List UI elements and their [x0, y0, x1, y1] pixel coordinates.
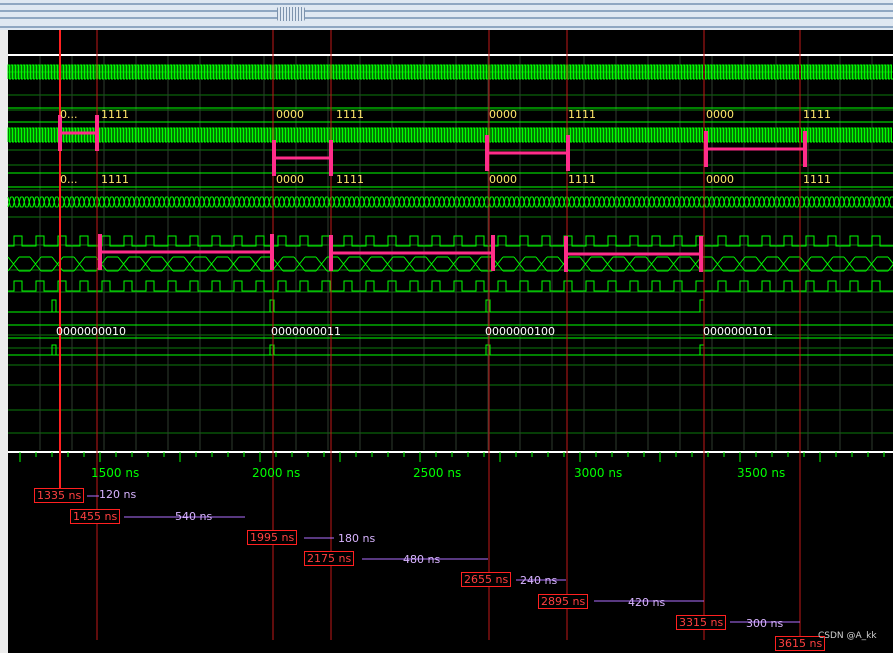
bus-value-label: 0... [60, 173, 78, 186]
bus-value-label: 0000 [706, 108, 734, 121]
enable-pulse-waveform [51, 344, 57, 355]
cursor-time-label[interactable]: 1995 ns [247, 530, 298, 545]
bus-value-label: 0... [60, 108, 78, 121]
cursor-time-label[interactable]: 3315 ns [676, 615, 727, 630]
cursor-delta-label: 120 ns [99, 488, 137, 501]
bus-value-label: 0000 [276, 173, 304, 186]
bus-value-label: 0000 [276, 108, 304, 121]
bus-value-label: 1111 [101, 108, 129, 121]
enable-pulse-waveform [8, 299, 491, 313]
cursor-time-label[interactable]: 2175 ns [304, 551, 355, 566]
bus-value-label: 0000 [489, 108, 517, 121]
counter-value-label: 0000000011 [271, 325, 341, 338]
counter-value-label: 0000000010 [56, 325, 126, 338]
bus-value-label: 1111 [101, 173, 129, 186]
time-tick-label: 2500 ns [413, 466, 462, 480]
cursor-time-label[interactable]: 2895 ns [538, 594, 589, 609]
clock-div-bus-waveform [7, 256, 893, 272]
bus-value-label: 0000 [706, 173, 734, 186]
bus-value-label: 1111 [803, 108, 831, 121]
cursor-delta-label: 240 ns [520, 574, 558, 587]
cursor-time-label[interactable]: 1335 ns [34, 488, 85, 503]
enable-pulse-waveform [8, 299, 275, 313]
cursor-delta-label: 180 ns [338, 532, 376, 545]
bus-value-label: 0000 [489, 173, 517, 186]
counter-value-label: 0000000100 [485, 325, 555, 338]
counter-value-label: 0000000101 [703, 325, 773, 338]
time-tick-label: 3000 ns [574, 466, 623, 480]
bus-value-label: 1111 [803, 173, 831, 186]
cursor-delta-label: 300 ns [746, 617, 784, 630]
bus-value-label: 1111 [336, 108, 364, 121]
cursor-delta-label: 480 ns [403, 553, 441, 566]
data-bus-waveform [7, 196, 893, 208]
enable-pulse-waveform [699, 344, 705, 355]
cursor-delta-label: 420 ns [628, 596, 666, 609]
fast-clock-waveform [7, 127, 893, 143]
watermark: CSDN @A_kk [818, 631, 877, 641]
cursor-delta-label: 540 ns [175, 510, 213, 523]
enable-pulse-waveform [8, 299, 705, 313]
cursor-time-label[interactable]: 2655 ns [461, 572, 512, 587]
clock-pulse-waveform [8, 280, 893, 292]
bus-value-label: 1111 [568, 108, 596, 121]
bus-value-label: 1111 [336, 173, 364, 186]
bus-value-label: 1111 [568, 173, 596, 186]
time-tick-label: 3500 ns [737, 466, 786, 480]
cursor-time-label[interactable]: 1455 ns [70, 509, 121, 524]
time-tick-label: 2000 ns [252, 466, 301, 480]
enable-pulse-waveform [8, 299, 57, 313]
time-tick-label: 1500 ns [91, 466, 140, 480]
header-band [8, 30, 893, 54]
